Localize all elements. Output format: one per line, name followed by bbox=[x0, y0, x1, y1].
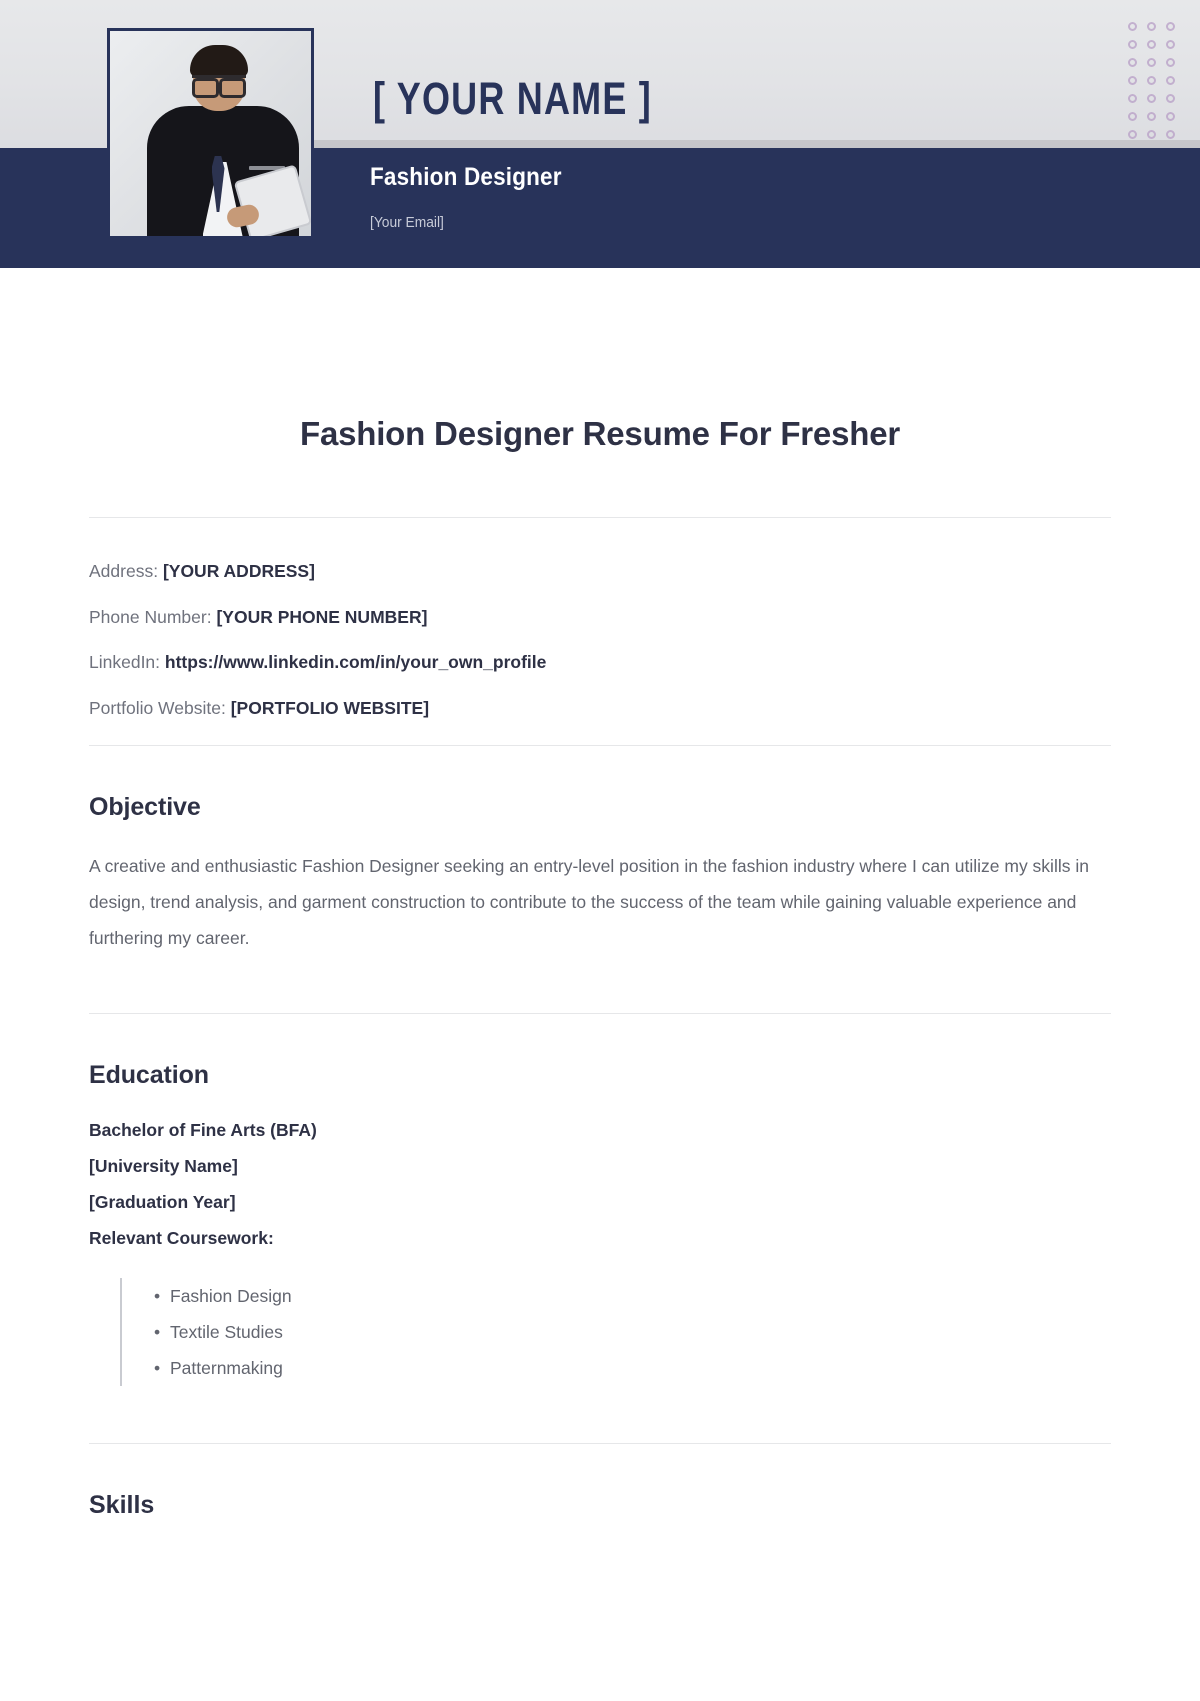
dot-icon bbox=[1166, 40, 1175, 49]
contact-value: [YOUR ADDRESS] bbox=[162, 561, 315, 581]
contact-value: [YOUR PHONE NUMBER] bbox=[216, 606, 428, 627]
name-block: [ YOUR NAME ] bbox=[373, 76, 722, 121]
dot-icon bbox=[1147, 76, 1156, 85]
education-degree: Bachelor of Fine Arts (BFA) bbox=[89, 1120, 317, 1140]
contact-linkedin[interactable]: LinkedIn: https://www.linkedin.com/in/yo… bbox=[89, 652, 1111, 672]
dot-icon bbox=[1128, 22, 1137, 31]
education-coursework-label: Relevant Coursework: bbox=[89, 1228, 274, 1248]
contact-value[interactable]: [PORTFOLIO WEBSITE] bbox=[231, 698, 429, 718]
contact-portfolio[interactable]: Portfolio Website: [PORTFOLIO WEBSITE] bbox=[89, 697, 1111, 718]
dot-icon bbox=[1166, 94, 1175, 103]
education-section: Education Bachelor of Fine Arts (BFA) [U… bbox=[89, 1014, 1111, 1386]
dot-grid-decoration bbox=[1128, 22, 1185, 148]
photo-glasses bbox=[191, 75, 246, 98]
dot-icon bbox=[1166, 22, 1175, 31]
contact-label: LinkedIn: bbox=[89, 652, 161, 672]
dot-icon bbox=[1128, 94, 1137, 103]
skills-heading: Skills bbox=[89, 1491, 155, 1519]
education-graduation-year: [Graduation Year] bbox=[89, 1192, 236, 1212]
list-item: Patternmaking bbox=[154, 1350, 1111, 1386]
dot-icon bbox=[1147, 112, 1156, 121]
resume-body: Fashion Designer Resume For Fresher Addr… bbox=[0, 415, 1200, 1520]
candidate-role: Fashion Designer bbox=[370, 163, 562, 191]
list-item: Fashion Design bbox=[154, 1278, 1111, 1314]
dot-icon bbox=[1147, 58, 1156, 67]
dot-icon bbox=[1147, 94, 1156, 103]
candidate-name: [ YOUR NAME ] bbox=[373, 73, 652, 124]
contact-label: Address: bbox=[89, 561, 159, 581]
profile-photo bbox=[107, 28, 314, 239]
divider bbox=[89, 1443, 1111, 1444]
candidate-email: [Your Email] bbox=[370, 214, 444, 231]
objective-text: A creative and enthusiastic Fashion Desi… bbox=[89, 856, 1089, 948]
dot-icon bbox=[1147, 40, 1156, 49]
dot-icon bbox=[1128, 112, 1137, 121]
dot-icon bbox=[1128, 40, 1137, 49]
contact-block: Address: [YOUR ADDRESS] Phone Number: [Y… bbox=[89, 518, 1111, 717]
education-university: [University Name] bbox=[89, 1156, 238, 1176]
dot-icon bbox=[1166, 58, 1175, 67]
education-details: Bachelor of Fine Arts (BFA) [University … bbox=[89, 1112, 1111, 1256]
list-item: Textile Studies bbox=[154, 1314, 1111, 1350]
dot-icon bbox=[1166, 130, 1175, 139]
coursework-list: Fashion Design Textile Studies Patternma… bbox=[120, 1278, 1111, 1386]
dot-icon bbox=[1128, 58, 1137, 67]
contact-phone: Phone Number: [YOUR PHONE NUMBER] bbox=[89, 606, 1111, 627]
resume-header: [ YOUR NAME ] Fashion Designer [Your Ema… bbox=[0, 0, 1200, 268]
page-title: Fashion Designer Resume For Fresher bbox=[299, 415, 900, 452]
dot-icon bbox=[1128, 76, 1137, 85]
objective-heading: Objective bbox=[89, 793, 201, 821]
photo-hair bbox=[189, 45, 248, 77]
contact-label: Portfolio Website: bbox=[89, 697, 226, 718]
dot-icon bbox=[1128, 130, 1137, 139]
contact-label: Phone Number: bbox=[89, 606, 212, 627]
dot-icon bbox=[1147, 22, 1156, 31]
contact-address: Address: [YOUR ADDRESS] bbox=[89, 561, 1111, 581]
education-heading: Education bbox=[89, 1061, 209, 1089]
contact-value[interactable]: https://www.linkedin.com/in/your_own_pro… bbox=[165, 652, 546, 672]
objective-section: Objective A creative and enthusiastic Fa… bbox=[89, 746, 1111, 956]
dot-icon bbox=[1166, 112, 1175, 121]
dot-icon bbox=[1166, 76, 1175, 85]
dot-icon bbox=[1147, 130, 1156, 139]
